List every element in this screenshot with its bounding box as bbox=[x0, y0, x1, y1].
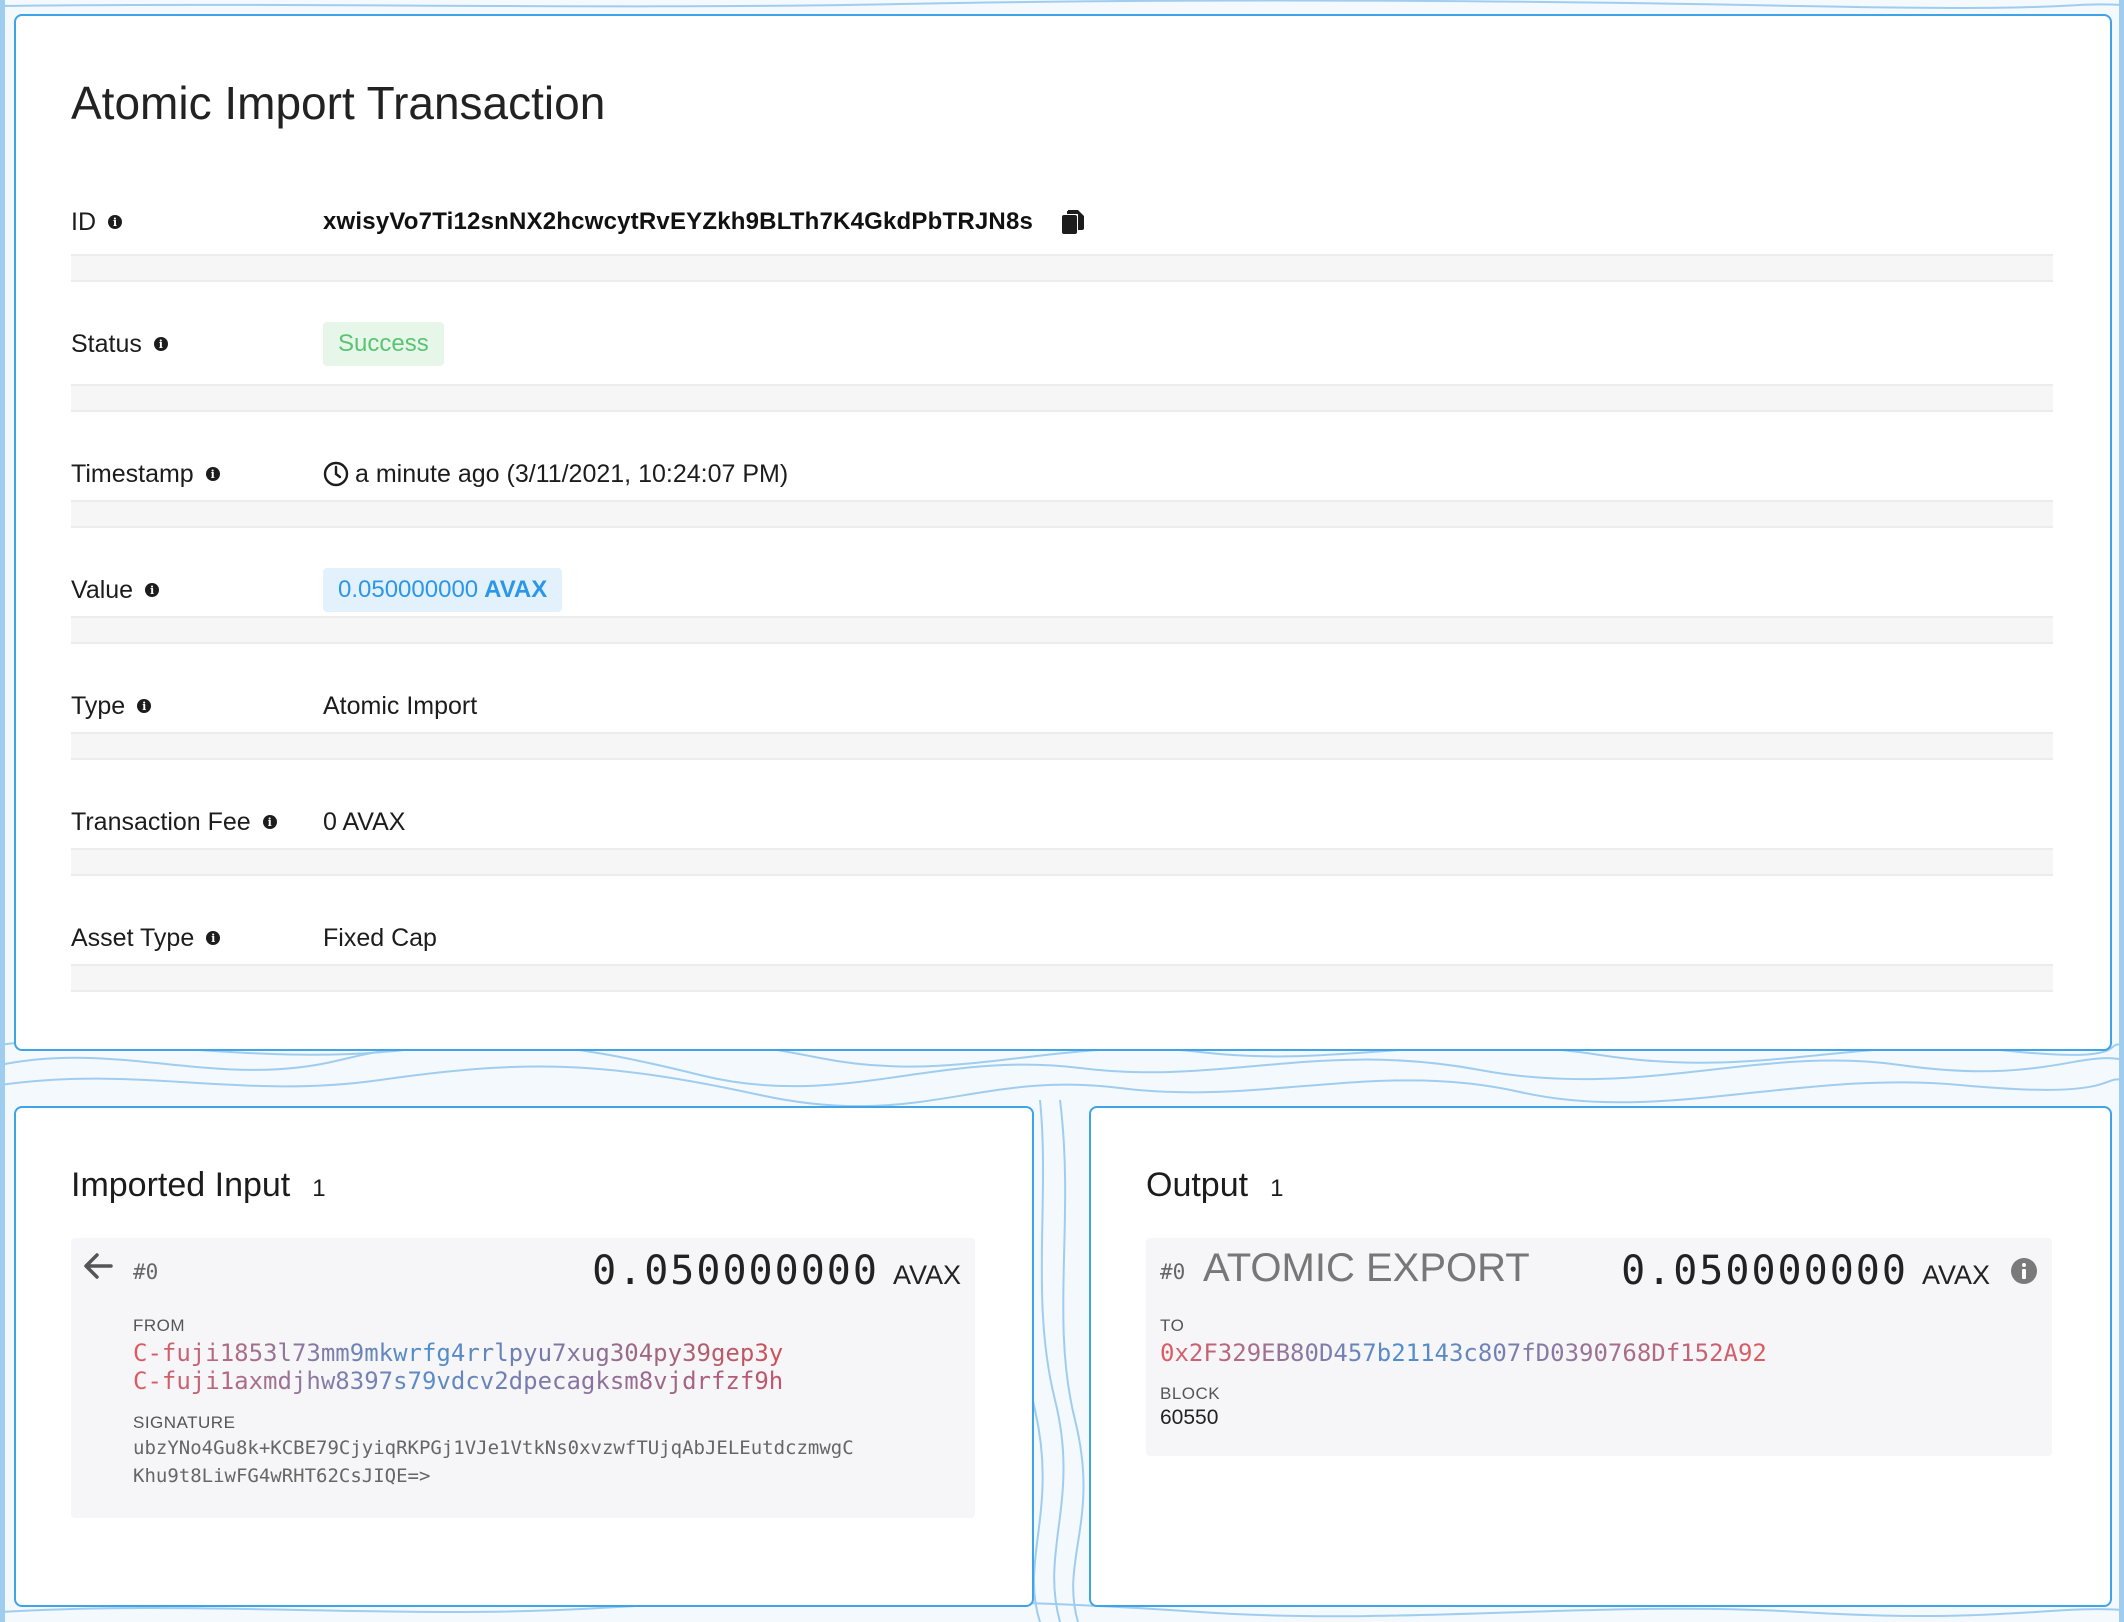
output-title: Output 1 bbox=[1146, 1166, 1283, 1205]
timestamp-value: a minute ago (3/11/2021, 10:24:07 PM) bbox=[355, 459, 789, 488]
info-icon[interactable]: i bbox=[206, 931, 221, 945]
detail-label-type: Type bbox=[71, 691, 126, 720]
row-divider bbox=[71, 254, 2053, 282]
imported-input-card: Imported Input 1 #0 0.050000000 AVAX FRO… bbox=[14, 1106, 1034, 1607]
section-title-text: Imported Input bbox=[71, 1166, 291, 1204]
imported-input-title: Imported Input 1 bbox=[71, 1166, 326, 1205]
transaction-fee-value: 0 AVAX bbox=[323, 807, 406, 836]
asset-type-value: Fixed Cap bbox=[323, 923, 437, 952]
info-icon[interactable]: i bbox=[145, 583, 160, 597]
output-amount-value: 0.050000000 bbox=[1621, 1248, 1908, 1294]
output-amount: 0.050000000 AVAX bbox=[1621, 1248, 2038, 1294]
detail-row-status: Status i Success bbox=[71, 315, 2053, 373]
signature-value: ubzYNo4Gu8k+KCBE79CjyiqRKPGj1VJe1VtkNs0x… bbox=[133, 1434, 854, 1490]
info-icon[interactable]: i bbox=[137, 699, 152, 713]
to-address[interactable]: 0x2F329EB80D457b21143c807fD0390768Df152A… bbox=[1160, 1339, 1767, 1367]
section-count: 1 bbox=[312, 1175, 326, 1202]
value-badge: 0.050000000 AVAX bbox=[323, 568, 563, 612]
to-label: TO bbox=[1160, 1316, 1185, 1335]
from-label: FROM bbox=[133, 1316, 186, 1335]
detail-label-timestamp: Timestamp bbox=[71, 459, 194, 488]
clock-icon bbox=[323, 461, 349, 487]
info-icon[interactable]: i bbox=[205, 467, 220, 481]
output-item: #0 ATOMIC EXPORT 0.050000000 AVAX TO 0x2… bbox=[1146, 1238, 2052, 1456]
output-card: Output 1 #0 ATOMIC EXPORT 0.050000000 AV… bbox=[1089, 1106, 2112, 1607]
detail-label-id: ID bbox=[71, 207, 96, 236]
signature-line: Khu9t8LiwFG4wRHT62CsJIQE=> bbox=[133, 1465, 431, 1487]
row-divider bbox=[71, 732, 2053, 760]
info-icon[interactable]: i bbox=[153, 337, 168, 351]
from-address[interactable]: C-fuji1853l73mm9mkwrfg4rrlpyu7xug304py39… bbox=[133, 1339, 783, 1367]
output-type: ATOMIC EXPORT bbox=[1203, 1246, 1530, 1290]
signature-line: ubzYNo4Gu8k+KCBE79CjyiqRKPGj1VJe1VtkNs0x… bbox=[133, 1437, 854, 1459]
output-index: #0 bbox=[1160, 1260, 1186, 1284]
detail-row-id: ID i xwisyVo7Ti12snNX2hcwcytRvEYZkh9BLTh… bbox=[71, 193, 2053, 251]
detail-row-value: Value i 0.050000000 AVAX bbox=[71, 561, 2053, 619]
input-amount: 0.050000000 AVAX bbox=[592, 1248, 961, 1294]
row-divider bbox=[71, 964, 2053, 992]
detail-label-asset-type: Asset Type bbox=[71, 923, 195, 952]
info-icon[interactable] bbox=[2010, 1257, 2038, 1285]
signature-label: SIGNATURE bbox=[133, 1413, 236, 1432]
value-amount: 0.050000000 bbox=[338, 576, 479, 603]
detail-row-timestamp: Timestamp i a minute ago (3/11/2021, 10:… bbox=[71, 445, 2053, 503]
row-divider bbox=[71, 384, 2053, 412]
block-number[interactable]: 60550 bbox=[1160, 1406, 1218, 1430]
status-badge: Success bbox=[323, 322, 444, 366]
section-title-text: Output bbox=[1146, 1166, 1249, 1204]
row-divider bbox=[71, 500, 2053, 528]
info-icon[interactable]: i bbox=[262, 815, 277, 829]
transaction-details-card: Atomic Import Transaction ID i xwisyVo7T… bbox=[14, 14, 2112, 1051]
input-amount-unit: AVAX bbox=[892, 1260, 961, 1290]
output-amount-unit: AVAX bbox=[1921, 1260, 1990, 1290]
type-value: Atomic Import bbox=[323, 691, 478, 720]
section-count: 1 bbox=[1270, 1175, 1284, 1202]
detail-label-value: Value bbox=[71, 575, 134, 604]
value-unit: AVAX bbox=[484, 576, 548, 603]
block-label: BLOCK bbox=[1160, 1384, 1221, 1403]
page-title: Atomic Import Transaction bbox=[71, 77, 606, 129]
copy-icon[interactable] bbox=[1061, 209, 1085, 235]
detail-label-status: Status bbox=[71, 329, 142, 358]
detail-row-type: Type i Atomic Import bbox=[71, 677, 2053, 735]
from-address[interactable]: C-fuji1axmdjhw8397s79vdcv2dpecagksm8vjdr… bbox=[133, 1367, 783, 1395]
arrow-left-icon[interactable] bbox=[83, 1252, 113, 1285]
input-index: #0 bbox=[133, 1260, 159, 1284]
row-divider bbox=[71, 616, 2053, 644]
transaction-id[interactable]: xwisyVo7Ti12snNX2hcwcytRvEYZkh9BLTh7K4Gk… bbox=[323, 208, 1033, 236]
row-divider bbox=[71, 848, 2053, 876]
info-icon[interactable]: i bbox=[108, 215, 122, 229]
detail-row-transaction-fee: Transaction Fee i 0 AVAX bbox=[71, 793, 2053, 851]
input-item: #0 0.050000000 AVAX FROM C-fuji1853l73mm… bbox=[71, 1238, 975, 1518]
detail-label-transaction-fee: Transaction Fee bbox=[71, 807, 251, 836]
input-amount-value: 0.050000000 bbox=[592, 1248, 879, 1294]
detail-row-asset-type: Asset Type i Fixed Cap bbox=[71, 909, 2053, 967]
